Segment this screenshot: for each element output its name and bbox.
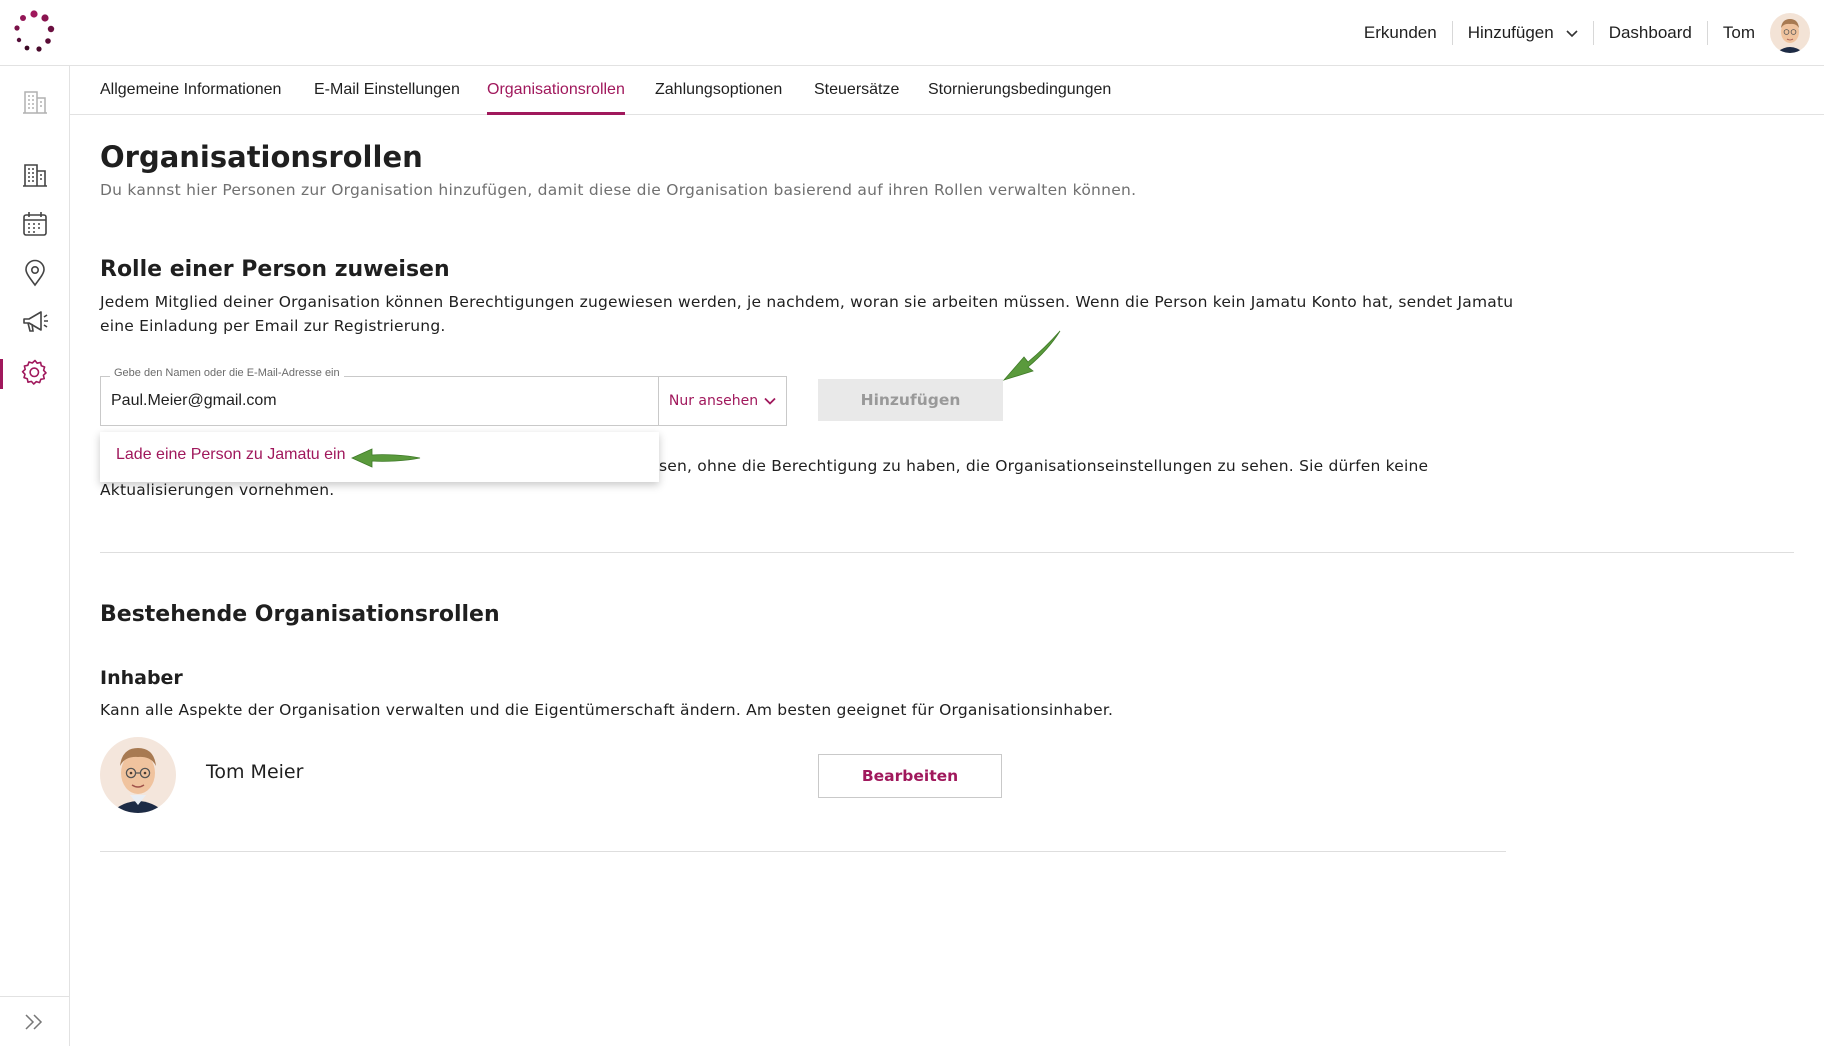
sidebar-active-indicator [0, 359, 3, 389]
assign-role-description-line1: Jedem Mitglied deiner Organisation könne… [100, 293, 1514, 311]
role-description-owner: Kann alle Aspekte der Organisation verwa… [100, 701, 1114, 719]
role-select-value: Nur ansehen [668, 393, 759, 409]
tab-payment-options[interactable]: Zahlungsoptionen [655, 66, 782, 115]
tab-tax-rates[interactable]: Steuersätze [814, 66, 899, 115]
annotation-arrow-icon [351, 448, 421, 468]
logo-icon[interactable] [12, 10, 56, 54]
sidebar [0, 66, 70, 1046]
assign-role-heading: Rolle einer Person zuweisen [100, 257, 450, 282]
tab-general-info[interactable]: Allgemeine Informationen [100, 66, 281, 115]
role-info-line1: sen, ohne die Berechtigung zu haben, die… [659, 457, 1429, 475]
building-icon[interactable] [21, 161, 49, 189]
nav-user[interactable]: Tom [1708, 21, 1770, 45]
nav-explore[interactable]: Erkunden [1349, 21, 1452, 45]
chevron-down-icon [1566, 30, 1578, 38]
section-divider [100, 851, 1506, 852]
gear-icon[interactable] [21, 358, 49, 386]
section-divider [100, 552, 1794, 553]
top-bar: Erkunden Hinzufügen Dashboard Tom [0, 0, 1824, 66]
nav-add-dropdown[interactable]: Hinzufügen [1453, 21, 1593, 45]
user-avatar[interactable] [1770, 13, 1810, 53]
role-title-owner: Inhaber [100, 667, 183, 689]
building-icon[interactable] [21, 88, 49, 116]
nav-dashboard[interactable]: Dashboard [1594, 21, 1707, 45]
add-button[interactable]: Hinzufügen [818, 379, 1003, 421]
existing-roles-heading: Bestehende Organisationsrollen [100, 602, 500, 627]
assign-role-description-line2: eine Einladung per Email zur Registrieru… [100, 317, 446, 335]
avatar-image [1770, 13, 1810, 53]
double-chevron-right-icon[interactable] [23, 1012, 45, 1032]
edit-button[interactable]: Bearbeiten [818, 754, 1002, 798]
email-field[interactable] [100, 376, 659, 426]
email-field-label: Gebe den Namen oder die E-Mail-Adresse e… [110, 367, 344, 379]
tab-email-settings[interactable]: E-Mail Einstellungen [314, 66, 460, 115]
sidebar-footer [0, 996, 70, 1046]
megaphone-icon[interactable] [21, 308, 49, 336]
tab-cancellation-policies[interactable]: Stornierungsbedingungen [928, 66, 1111, 115]
invite-person-option[interactable]: Lade eine Person zu Jamatu ein [116, 446, 345, 464]
top-navigation: Erkunden Hinzufügen Dashboard Tom [1349, 0, 1810, 66]
avatar-image [100, 737, 176, 813]
tab-organisation-roles[interactable]: Organisationsrollen [487, 66, 625, 115]
role-select[interactable]: Nur ansehen [658, 376, 787, 426]
calendar-icon[interactable] [21, 210, 49, 238]
page-subtitle: Du kannst hier Personen zur Organisation… [100, 181, 1137, 199]
location-pin-icon[interactable] [21, 259, 49, 287]
chevron-down-icon [764, 397, 776, 405]
settings-tabs: Allgemeine Informationen E-Mail Einstell… [70, 66, 1824, 115]
annotation-arrow-icon [1002, 330, 1061, 381]
member-name: Tom Meier [206, 761, 304, 783]
page-title: Organisationsrollen [100, 140, 423, 174]
nav-add-label: Hinzufügen [1467, 23, 1554, 42]
member-avatar [100, 737, 176, 813]
